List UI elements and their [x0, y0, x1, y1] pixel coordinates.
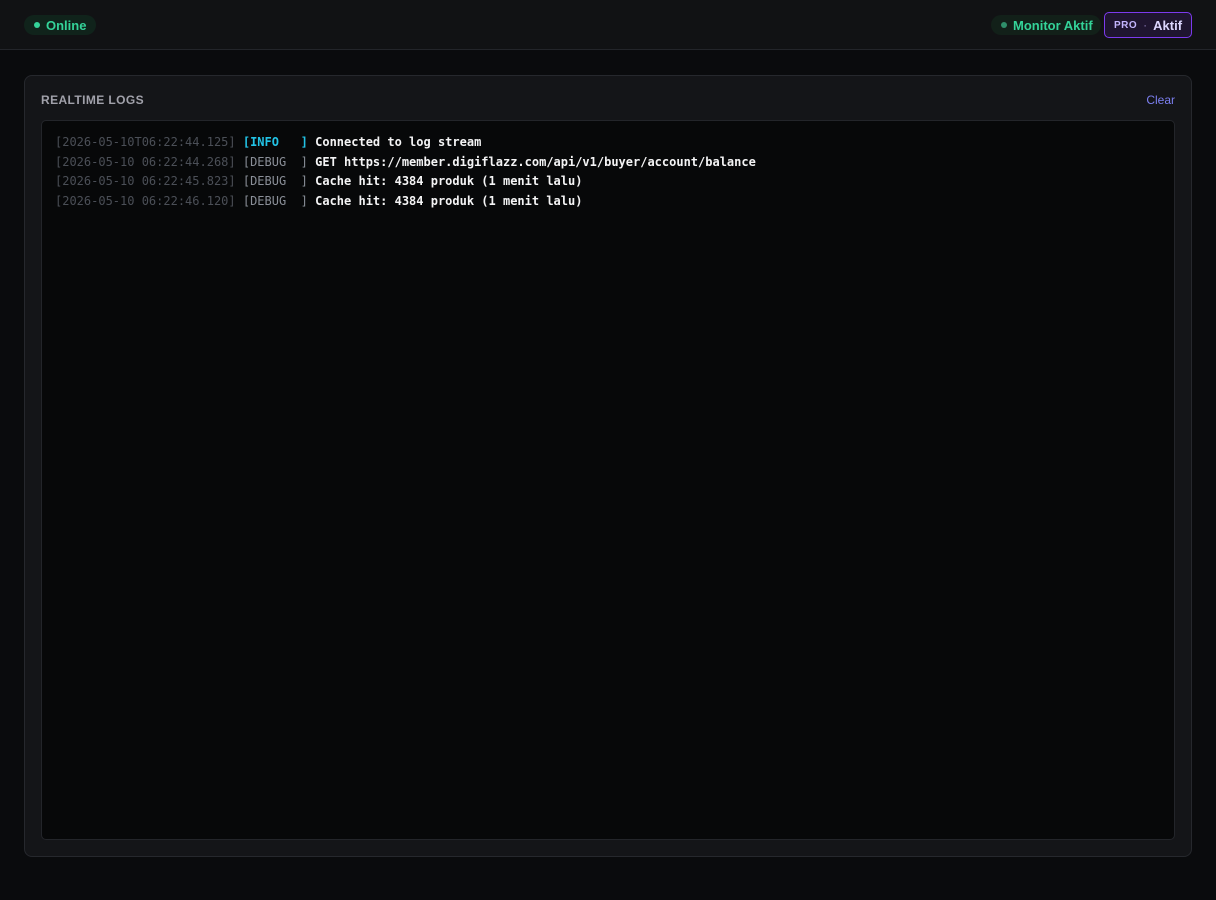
plan-separator: · — [1143, 18, 1148, 32]
pro-plan-badge[interactable]: PRO · Aktif — [1104, 12, 1192, 38]
monitor-status-badge: Monitor Aktif — [991, 15, 1101, 35]
log-message: GET https://member.digiflazz.com/api/v1/… — [315, 154, 756, 169]
log-entry: [2026-05-10 06:22:45.823] [DEBUG ] Cache… — [55, 172, 1174, 192]
log-timestamp: [2026-05-10 06:22:45.823] — [55, 174, 236, 189]
log-message: Cache hit: 4384 produk (1 menit lalu) — [315, 193, 583, 208]
log-timestamp: [2026-05-10 06:22:46.120] — [55, 193, 236, 208]
plan-status-label: Aktif — [1153, 17, 1183, 33]
log-level: [DEBUG ] — [242, 174, 308, 189]
monitor-dot-icon — [1001, 22, 1007, 28]
online-status-badge: Online — [24, 15, 97, 35]
log-timestamp: [2026-05-10 06:22:44.268] — [55, 154, 236, 169]
clear-logs-button[interactable]: Clear — [1146, 93, 1175, 107]
online-status-label: Online — [46, 17, 87, 33]
log-message: Cache hit: 4384 produk (1 menit lalu) — [315, 174, 583, 189]
log-output[interactable]: [2026-05-10T06:22:44.125] [INFO ] Connec… — [41, 120, 1175, 840]
log-entry: [2026-05-10 06:22:44.268] [DEBUG ] GET h… — [55, 153, 1174, 173]
log-message: Connected to log stream — [315, 135, 482, 149]
log-entry: [2026-05-10T06:22:44.125] [INFO ] Connec… — [55, 133, 1174, 153]
monitor-status-label: Monitor Aktif — [1013, 17, 1093, 33]
realtime-logs-panel: REALTIME LOGS Clear [2026-05-10T06:22:44… — [24, 75, 1192, 857]
log-level: [DEBUG ] — [242, 193, 308, 208]
log-entry: [2026-05-10 06:22:46.120] [DEBUG ] Cache… — [55, 192, 1174, 212]
log-timestamp: [2026-05-10T06:22:44.125] — [55, 135, 236, 149]
status-dot-icon — [34, 22, 40, 28]
log-level: [INFO ] — [242, 135, 308, 149]
panel-title: REALTIME LOGS — [41, 93, 144, 107]
top-bar: Online Monitor Aktif PRO · Aktif — [0, 0, 1216, 50]
plan-tier-label: PRO — [1113, 19, 1138, 31]
log-level: [DEBUG ] — [242, 154, 308, 169]
